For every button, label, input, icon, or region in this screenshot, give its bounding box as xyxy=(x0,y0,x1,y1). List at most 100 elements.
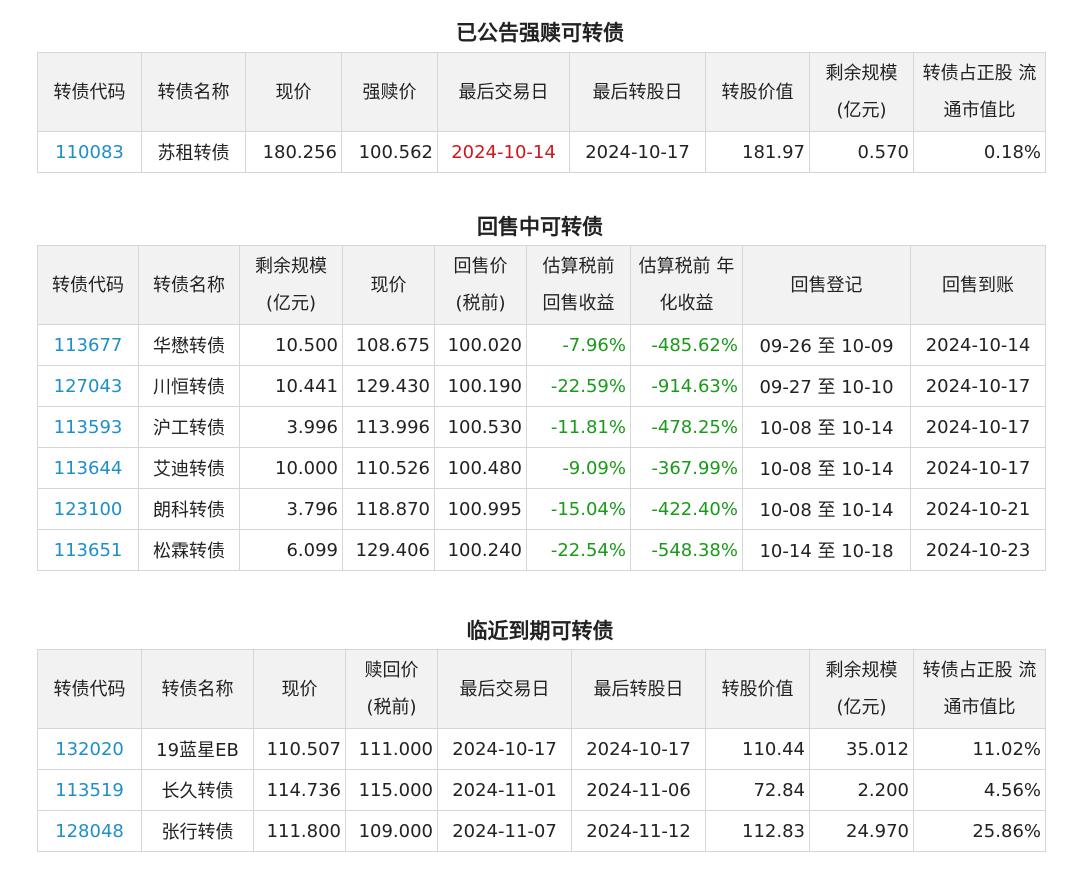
remaining-size: 2.200 xyxy=(809,769,914,811)
col-header: 剩余规模 (亿元) xyxy=(239,245,343,325)
conversion-value: 110.44 xyxy=(705,728,810,770)
bond-name: 松霖转债 xyxy=(138,529,240,571)
table-row: 113519 长久转债 114.736 115.000 2024-11-01 2024-1… xyxy=(37,769,1046,811)
remaining-size: 10.500 xyxy=(239,324,343,366)
putback-registration: 10-08 至 10-14 xyxy=(742,447,911,489)
bond-name: 华懋转债 xyxy=(138,324,240,366)
bond-code-link[interactable]: 113519 xyxy=(37,769,142,811)
header-row: 转债代码 转债名称 现价 强赎价 最后交易日 最后转股日 转股价值 剩余规模 (… xyxy=(37,52,1046,132)
last-trading-day: 2024-10-14 xyxy=(437,131,570,173)
last-conversion-day: 2024-10-17 xyxy=(569,131,706,173)
putback-registration: 10-08 至 10-14 xyxy=(742,488,911,530)
putback-price: 100.240 xyxy=(434,529,527,571)
col-header: 转债名称 xyxy=(141,649,254,729)
bond-name: 19蓝星EB xyxy=(141,728,254,770)
col-header: 最后转股日 xyxy=(571,649,706,729)
redemption-price: 109.000 xyxy=(345,810,438,852)
redemption-price: 115.000 xyxy=(345,769,438,811)
table-row: 113651 松霖转债 6.099 129.406 100.240 -22.54% -548… xyxy=(37,529,1046,571)
redemption-price: 100.562 xyxy=(341,131,438,173)
col-header: 回售价 (税前) xyxy=(434,245,527,325)
remaining-size: 24.970 xyxy=(809,810,914,852)
putback-settlement: 2024-10-23 xyxy=(910,529,1046,571)
table-row: 110083 苏租转债 180.256 100.562 2024-10-14 2… xyxy=(37,131,1046,173)
col-header: 剩余规模 (亿元) xyxy=(809,52,914,132)
price: 111.800 xyxy=(253,810,346,852)
table-row: 128048 张行转债 111.800 109.000 2024-11-07 2024-1… xyxy=(37,810,1046,852)
table-putback: 转债代码 转债名称 剩余规模 (亿元) 现价 回售价 (税前) 估算税前 回售收… xyxy=(37,245,1046,571)
bond-code-link[interactable]: 132020 xyxy=(37,728,142,770)
bond-name: 艾迪转债 xyxy=(138,447,240,489)
col-header: 转股价值 xyxy=(705,52,810,132)
price: 118.870 xyxy=(342,488,435,530)
bond-name: 苏租转债 xyxy=(141,131,246,173)
col-header: 回售登记 xyxy=(742,245,911,325)
est-annual-return: -478.25% xyxy=(630,406,743,448)
est-putback-return: -7.96% xyxy=(526,324,631,366)
est-annual-return: -367.99% xyxy=(630,447,743,489)
price: 110.526 xyxy=(342,447,435,489)
putback-settlement: 2024-10-17 xyxy=(910,365,1046,407)
putback-price: 100.530 xyxy=(434,406,527,448)
bond-code-link[interactable]: 113644 xyxy=(37,447,139,489)
putback-price: 100.995 xyxy=(434,488,527,530)
redemption-price: 111.000 xyxy=(345,728,438,770)
est-annual-return: -485.62% xyxy=(630,324,743,366)
last-conversion-day: 2024-10-17 xyxy=(571,728,706,770)
col-header: 现价 xyxy=(342,245,435,325)
last-trading-day: 2024-10-17 xyxy=(437,728,572,770)
col-header: 转债名称 xyxy=(141,52,246,132)
bond-code-link[interactable]: 128048 xyxy=(37,810,142,852)
last-conversion-day: 2024-11-06 xyxy=(571,769,706,811)
remaining-size: 10.000 xyxy=(239,447,343,489)
float-ratio: 25.86% xyxy=(913,810,1046,852)
bond-code-link[interactable]: 110083 xyxy=(37,131,142,173)
table-row: 113593 沪工转债 3.996 113.996 100.530 -11.81% -478… xyxy=(37,406,1046,448)
col-header: 估算税前 年化收益 xyxy=(630,245,743,325)
col-header: 回售到账 xyxy=(910,245,1046,325)
price: 113.996 xyxy=(342,406,435,448)
bond-code-link[interactable]: 113593 xyxy=(37,406,139,448)
putback-registration: 09-26 至 10-09 xyxy=(742,324,911,366)
putback-registration: 10-08 至 10-14 xyxy=(742,406,911,448)
putback-settlement: 2024-10-17 xyxy=(910,447,1046,489)
header-row: 转债代码 转债名称 现价 赎回价 (税前) 最后交易日 最后转股日 转股价值 剩… xyxy=(37,649,1046,729)
price: 129.430 xyxy=(342,365,435,407)
last-conversion-day: 2024-11-12 xyxy=(571,810,706,852)
price: 129.406 xyxy=(342,529,435,571)
col-header: 转债名称 xyxy=(138,245,240,325)
bond-code-link[interactable]: 113651 xyxy=(37,529,139,571)
conversion-value: 112.83 xyxy=(705,810,810,852)
bond-name: 沪工转债 xyxy=(138,406,240,448)
est-putback-return: -22.59% xyxy=(526,365,631,407)
remaining-size: 6.099 xyxy=(239,529,343,571)
col-header: 赎回价 (税前) xyxy=(345,649,438,729)
price: 108.675 xyxy=(342,324,435,366)
col-header: 转股价值 xyxy=(705,649,810,729)
bond-code-link[interactable]: 123100 xyxy=(37,488,139,530)
remaining-size: 35.012 xyxy=(809,728,914,770)
est-annual-return: -422.40% xyxy=(630,488,743,530)
putback-price: 100.190 xyxy=(434,365,527,407)
float-ratio: 11.02% xyxy=(913,728,1046,770)
price: 114.736 xyxy=(253,769,346,811)
price: 180.256 xyxy=(245,131,342,173)
col-header: 转债占正股 流通市值比 xyxy=(913,649,1046,729)
est-annual-return: -914.63% xyxy=(630,365,743,407)
last-trading-day: 2024-11-07 xyxy=(437,810,572,852)
bond-name: 川恒转债 xyxy=(138,365,240,407)
section-title-maturity: 临近到期可转债 xyxy=(466,619,614,643)
table-row: 113644 艾迪转债 10.000 110.526 100.480 -9.09% -367… xyxy=(37,447,1046,489)
col-header: 估算税前 回售收益 xyxy=(526,245,631,325)
putback-registration: 10-14 至 10-18 xyxy=(742,529,911,571)
putback-settlement: 2024-10-17 xyxy=(910,406,1046,448)
col-header: 强赎价 xyxy=(341,52,438,132)
bond-code-link[interactable]: 127043 xyxy=(37,365,139,407)
table-forced-redemption: 转债代码 转债名称 现价 强赎价 最后交易日 最后转股日 转股价值 剩余规模 (… xyxy=(37,52,1046,173)
bond-code-link[interactable]: 113677 xyxy=(37,324,139,366)
putback-price: 100.020 xyxy=(434,324,527,366)
col-header: 最后交易日 xyxy=(437,52,570,132)
putback-registration: 09-27 至 10-10 xyxy=(742,365,911,407)
header-row: 转债代码 转债名称 剩余规模 (亿元) 现价 回售价 (税前) 估算税前 回售收… xyxy=(37,245,1046,325)
bond-name: 张行转债 xyxy=(141,810,254,852)
